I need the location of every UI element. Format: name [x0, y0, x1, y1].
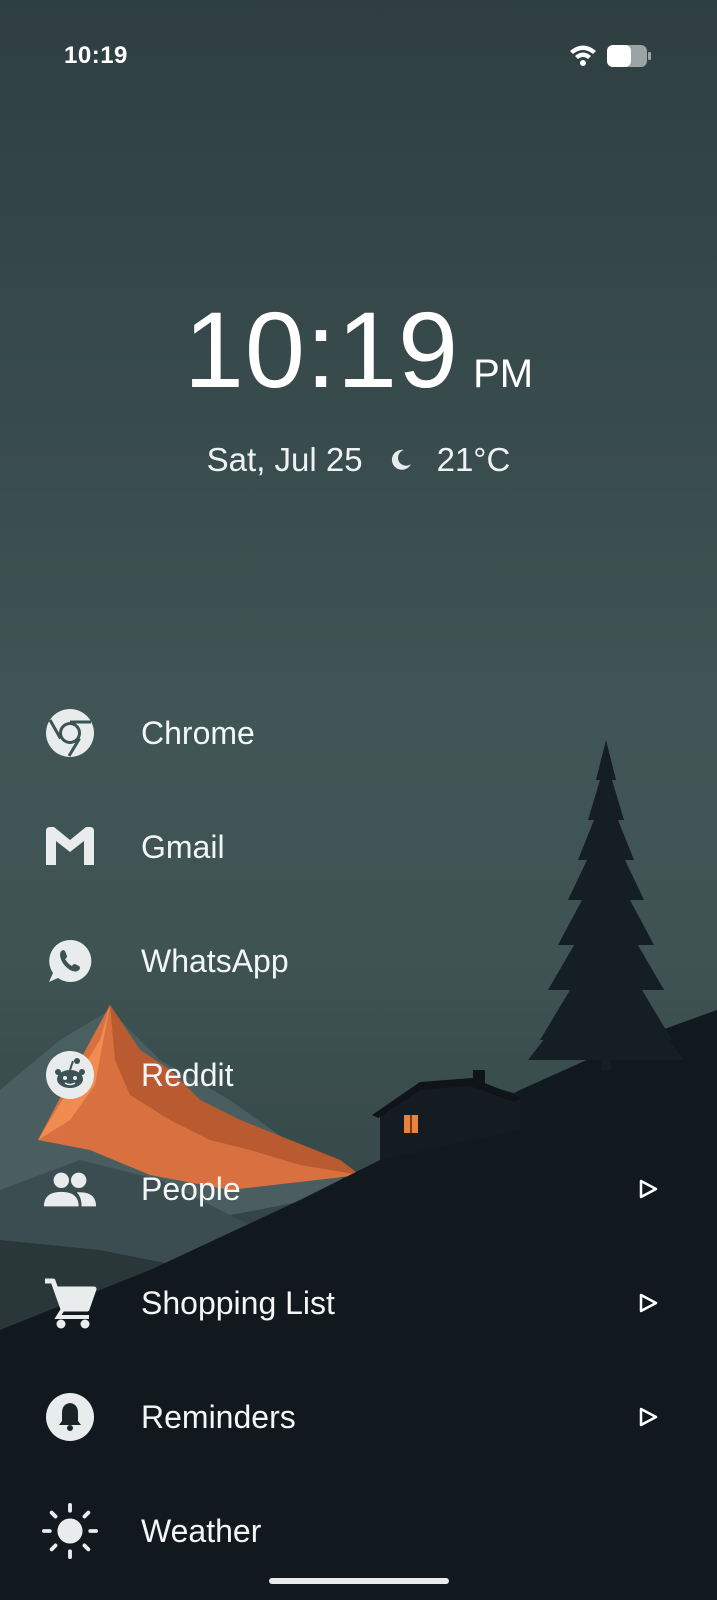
app-label-reminders: Reminders	[141, 1398, 296, 1435]
wifi-icon	[570, 45, 596, 66]
app-item-gmail[interactable]: Gmail	[0, 790, 717, 904]
expand-arrow-icon[interactable]	[638, 1407, 658, 1427]
app-item-weather[interactable]: Weather	[0, 1474, 717, 1588]
app-label-chrome: Chrome	[141, 714, 255, 751]
sun-icon	[42, 1503, 98, 1559]
status-bar: 10:19	[0, 0, 717, 110]
chrome-icon	[42, 705, 98, 761]
app-label-people: People	[141, 1170, 241, 1207]
app-label-shopping-list: Shopping List	[141, 1284, 335, 1321]
status-time: 10:19	[64, 42, 128, 69]
app-item-reminders[interactable]: Reminders	[0, 1360, 717, 1474]
expand-arrow-icon[interactable]	[638, 1179, 658, 1199]
whatsapp-icon	[42, 933, 98, 989]
app-item-whatsapp[interactable]: WhatsApp	[0, 904, 717, 1018]
clock-ampm: PM	[473, 352, 534, 396]
moon-icon	[391, 449, 411, 470]
expand-arrow-icon[interactable]	[638, 1293, 658, 1313]
app-item-chrome[interactable]: Chrome	[0, 676, 717, 790]
app-list: Chrome Gmail WhatsApp Reddit People Shop…	[0, 676, 717, 1588]
app-label-whatsapp: WhatsApp	[141, 942, 289, 979]
app-label-reddit: Reddit	[141, 1056, 234, 1093]
clock-time: 10:19	[183, 289, 460, 410]
date-text: Sat, Jul 25	[206, 441, 363, 478]
temperature-text: 21°C	[436, 441, 511, 478]
bell-icon	[42, 1389, 98, 1445]
date-weather-row[interactable]: Sat, Jul 25 21°C	[0, 441, 717, 479]
battery-icon	[607, 45, 651, 67]
app-item-shopping-list[interactable]: Shopping List	[0, 1246, 717, 1360]
app-item-people[interactable]: People	[0, 1132, 717, 1246]
app-item-reddit[interactable]: Reddit	[0, 1018, 717, 1132]
app-label-gmail: Gmail	[141, 828, 225, 865]
gesture-nav-handle[interactable]	[269, 1578, 449, 1584]
cart-icon	[42, 1275, 98, 1331]
gmail-icon	[42, 819, 98, 875]
clock-widget[interactable]: 10:19 PM	[0, 296, 717, 404]
people-icon	[42, 1161, 98, 1217]
reddit-icon	[42, 1047, 98, 1103]
home-screen: 10:19 10:19 PM Sat, Jul 25 21°C Chrome G…	[0, 0, 717, 1600]
app-label-weather: Weather	[141, 1512, 262, 1549]
